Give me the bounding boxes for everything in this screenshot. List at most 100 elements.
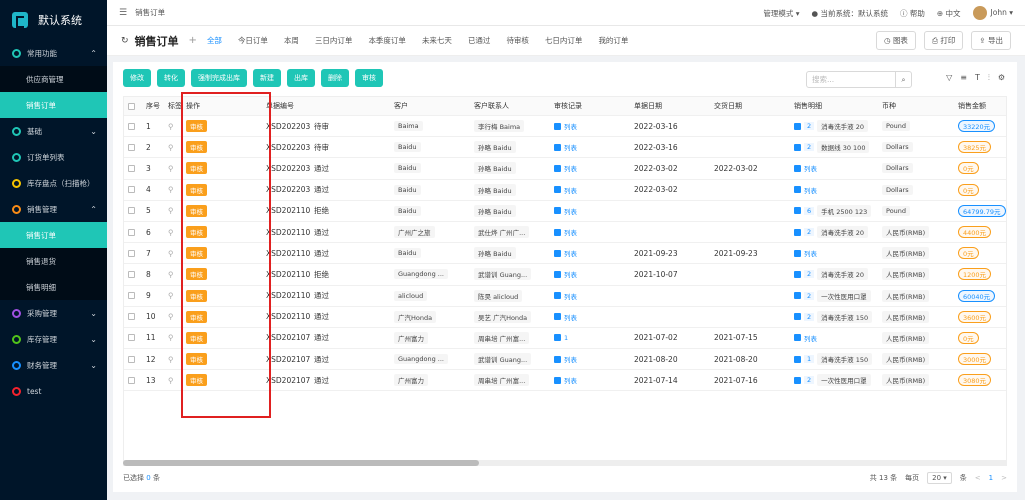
contact-tag[interactable]: 周串培 广州富... — [474, 374, 530, 387]
table-row[interactable]: 3 ⚲ 审核 XSD20220302122... 通过 Baidu 孙略 Baidu 列表 20… — [124, 158, 1006, 180]
add-tab-icon[interactable]: + — [189, 35, 197, 46]
detail-text[interactable]: 一次性医用口罩 — [817, 289, 871, 302]
audit-button[interactable]: 审核 — [186, 183, 207, 196]
tag-icon[interactable]: ⚲ — [168, 143, 174, 152]
settings-icon[interactable]: ⚙ — [998, 73, 1005, 83]
customer-tag[interactable]: 广州富力 — [394, 374, 428, 387]
doc-code[interactable]: XSD20220302122... — [262, 185, 310, 194]
sidebar-item[interactable]: 供应商管理 — [0, 66, 107, 92]
doc-code[interactable]: XSD20211029102... — [262, 228, 310, 237]
tag-cell[interactable]: ⚲ — [164, 164, 182, 173]
columns-icon[interactable]: ⫶ — [988, 73, 990, 83]
audit-button[interactable]: 审核 — [186, 310, 207, 323]
table-row[interactable]: 5 ⚲ 审核 XSD20211029102... 拒绝 Baidu 孙略 Baidu 列表 6手… — [124, 201, 1006, 222]
column-header[interactable]: 币种 — [878, 101, 954, 111]
audit-button[interactable]: 审核 — [186, 141, 207, 154]
row-checkbox[interactable] — [128, 228, 135, 236]
contact-tag[interactable]: 武谱训 Guang... — [474, 268, 532, 281]
tag-cell[interactable]: ⚲ — [164, 185, 182, 194]
contact-tag[interactable]: 孙略 Baidu — [474, 183, 516, 196]
tag-icon[interactable]: ⚲ — [168, 333, 174, 342]
print-button[interactable]: ⎙ 打印 — [923, 31, 964, 50]
customer-tag[interactable]: Baidu — [394, 248, 421, 259]
tag-icon[interactable]: ⚲ — [168, 122, 174, 131]
sidebar-item[interactable]: 销售订单 — [0, 92, 107, 118]
column-header[interactable]: 操作 — [182, 101, 262, 111]
tag-cell[interactable]: ⚲ — [164, 206, 182, 215]
tag-cell[interactable]: ⚲ — [164, 333, 182, 342]
customer-tag[interactable]: Baidu — [394, 205, 421, 216]
search-input[interactable]: 搜索... ⌕ — [806, 71, 912, 88]
table-row[interactable]: 7 ⚲ 审核 XSD20211028150... 通过 Baidu 孙略 Baidu 列表 20… — [124, 243, 1006, 265]
detail-text[interactable]: 数据线 30 100 — [817, 141, 870, 154]
row-select-cell[interactable] — [124, 334, 142, 342]
tag-icon[interactable]: ⚲ — [168, 291, 174, 300]
table-row[interactable]: 12 ⚲ 审核 XSD20210719140... 通过 Guangdong ... 武谱训… — [124, 349, 1006, 371]
tab-6[interactable]: 已通过 — [468, 35, 491, 46]
column-header[interactable]: 审核记录 — [550, 101, 630, 111]
customer-tag[interactable]: 广州广之旅 — [394, 226, 435, 239]
tab-8[interactable]: 七日内订单 — [545, 35, 583, 46]
language-switch[interactable]: ⊕ 中文 — [937, 8, 961, 19]
doc-code[interactable]: XSD20210719140... — [262, 355, 310, 364]
audit-record-link[interactable]: 列表 — [564, 312, 577, 322]
row-select-cell[interactable] — [124, 143, 142, 151]
tag-icon[interactable]: ⚲ — [168, 355, 174, 364]
row-checkbox[interactable] — [128, 143, 135, 151]
detail-link[interactable]: 列表 — [804, 163, 817, 173]
tag-cell[interactable]: ⚲ — [164, 228, 182, 237]
row-select-cell[interactable] — [124, 164, 142, 172]
select-all-checkbox[interactable] — [128, 102, 135, 110]
doc-code[interactable]: XSD20220316140... — [262, 143, 310, 152]
row-select-cell[interactable] — [124, 228, 142, 236]
tag-icon[interactable]: ⚲ — [168, 228, 174, 237]
audit-record-link[interactable]: 列表 — [564, 206, 577, 216]
tag-icon[interactable]: ⚲ — [168, 270, 174, 279]
row-checkbox[interactable] — [128, 249, 135, 257]
customer-tag[interactable]: Baidu — [394, 142, 421, 153]
sidebar-item[interactable]: 销售管理 ⌃ — [0, 196, 107, 222]
detail-text[interactable]: 一次性医用口罩 — [817, 374, 871, 387]
contact-tag[interactable]: 周串培 广州富... — [474, 331, 530, 344]
audit-record-link[interactable]: 列表 — [564, 227, 577, 237]
tab-0[interactable]: 全部 — [207, 35, 222, 46]
tag-icon[interactable]: ⚲ — [168, 376, 174, 385]
system-indicator[interactable]: ● 当前系统：默认系统 — [812, 8, 888, 19]
tag-icon[interactable]: ⚲ — [168, 249, 174, 258]
toolbar-button-2[interactable]: 强制完成出库 — [191, 69, 247, 87]
prev-page-button[interactable]: < — [975, 474, 981, 482]
table-row[interactable]: 11 ⚲ 审核 XSD20210719142... 通过 广州富力 周串培 广州富... 1 2… — [124, 328, 1006, 350]
audit-button[interactable]: 审核 — [186, 268, 207, 281]
row-checkbox[interactable] — [128, 355, 135, 363]
customer-tag[interactable]: Guangdong ... — [394, 269, 448, 280]
toolbar-button-5[interactable]: 删除 — [321, 69, 349, 87]
tab-4[interactable]: 本季度订单 — [368, 35, 406, 46]
toolbar-button-0[interactable]: 修改 — [123, 69, 151, 87]
next-page-button[interactable]: > — [1001, 474, 1007, 482]
row-checkbox[interactable] — [128, 207, 135, 215]
row-checkbox[interactable] — [128, 270, 135, 278]
page-size-select[interactable]: 20 ▾ — [927, 472, 952, 484]
toolbar-button-1[interactable]: 转化 — [157, 69, 185, 87]
sidebar-item[interactable]: 销售退货 — [0, 248, 107, 274]
contact-tag[interactable]: 吴艺 广汽Honda — [474, 310, 532, 323]
detail-text[interactable]: 手机 2500 123 — [817, 204, 872, 217]
tab-2[interactable]: 本周 — [284, 35, 299, 46]
row-select-cell[interactable] — [124, 270, 142, 278]
detail-text[interactable]: 消毒洗手液 150 — [817, 353, 873, 366]
table-row[interactable]: 13 ⚲ 审核 XSD20210715123... 通过 广州富力 周串培 广州富... 列表… — [124, 370, 1006, 392]
row-select-cell[interactable] — [124, 207, 142, 215]
sidebar-item[interactable]: 常用功能 ⌃ — [0, 40, 107, 66]
horizontal-scrollbar[interactable] — [123, 460, 1007, 466]
row-select-cell[interactable] — [124, 249, 142, 257]
row-select-cell[interactable] — [124, 186, 142, 194]
contact-tag[interactable]: 孙略 Baidu — [474, 247, 516, 260]
app-logo[interactable]: 默认系统 — [0, 0, 107, 40]
customer-tag[interactable]: Baima — [394, 121, 423, 132]
doc-code[interactable]: XSD20211029102... — [262, 206, 310, 215]
row-checkbox[interactable] — [128, 376, 135, 384]
tab-9[interactable]: 我的订单 — [598, 35, 628, 46]
doc-code[interactable]: XSD20220302122... — [262, 164, 310, 173]
doc-code[interactable]: XSD20211022170... — [262, 291, 310, 300]
row-select-cell[interactable] — [124, 313, 142, 321]
